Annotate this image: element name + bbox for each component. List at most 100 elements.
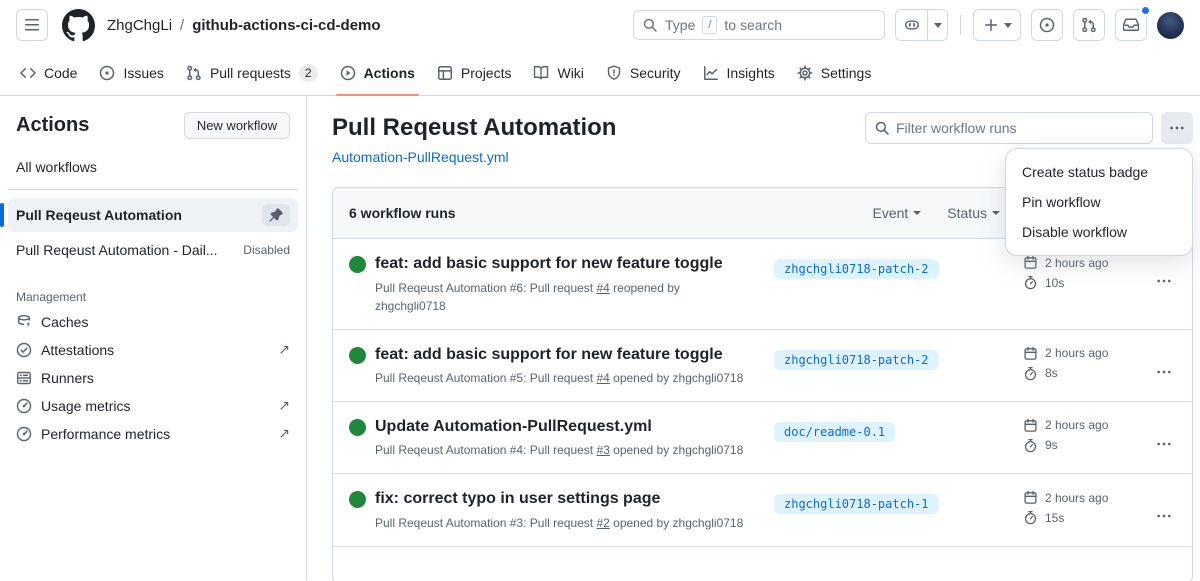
workflow-options-button[interactable] (1161, 112, 1193, 144)
copilot-icon (904, 17, 920, 33)
new-workflow-button[interactable]: New workflow (184, 112, 290, 139)
cache-icon (16, 314, 32, 330)
run-title[interactable]: feat: add basic support for new feature … (375, 344, 723, 366)
run-options-button[interactable] (1152, 504, 1176, 528)
sidebar-workflow-pull-request-automation[interactable]: Pull Reqeust Automation (8, 198, 298, 232)
pr-number-link[interactable]: #4 (596, 371, 609, 385)
external-link-arrow: ↗ (278, 398, 290, 414)
github-mark-icon (62, 9, 95, 42)
pull-requests-button[interactable] (1073, 9, 1105, 41)
tab-wiki[interactable]: Wiki (525, 50, 591, 95)
code-icon (20, 65, 36, 81)
sidebar-item-performance-metrics[interactable]: Performance metrics ↗ (8, 420, 298, 448)
run-time: 2 hours ago (1045, 491, 1108, 505)
chevron-down-icon (1004, 23, 1012, 28)
github-logo[interactable] (62, 9, 95, 42)
hamburger-button[interactable] (16, 9, 48, 41)
run-description: Pull Reqeust Automation #5: Pull request… (375, 369, 765, 387)
sidebar-item-attestations[interactable]: Attestations ↗ (8, 336, 298, 364)
event-filter-button[interactable]: Event (872, 205, 921, 221)
stopwatch-icon (1023, 366, 1038, 381)
plus-icon (983, 17, 999, 33)
run-desc-text: opened by zhgchgli0718 (610, 443, 743, 457)
breadcrumb: ZhgChgLi / github-actions-ci-cd-demo (107, 17, 381, 34)
run-options-button[interactable] (1152, 269, 1176, 293)
status-filter-button[interactable]: Status (947, 205, 1000, 221)
workflow-file-link[interactable]: Automation-PullRequest.yml (332, 149, 509, 165)
issue-opened-icon (1039, 17, 1055, 33)
tab-issues[interactable]: Issues (91, 50, 171, 95)
breadcrumb-owner[interactable]: ZhgChgLi (107, 17, 172, 34)
breadcrumb-separator: / (180, 17, 184, 34)
run-time: 2 hours ago (1045, 256, 1108, 270)
filter-workflow-runs-input[interactable] (896, 120, 1144, 136)
inbox-icon (1123, 17, 1139, 33)
filter-label: Event (872, 205, 908, 221)
pin-workflow-button[interactable] (262, 204, 290, 226)
run-description: Pull Reqeust Automation #4: Pull request… (375, 441, 765, 459)
branch-badge[interactable]: zhgchgli0718-patch-1 (774, 494, 939, 514)
sidebar-item-label: Runners (41, 370, 94, 386)
breadcrumb-repo[interactable]: github-actions-ci-cd-demo (192, 17, 380, 34)
branch-badge[interactable]: doc/readme-0.1 (774, 422, 895, 442)
shield-icon (606, 65, 622, 81)
search-icon (874, 120, 890, 136)
play-icon (340, 65, 356, 81)
meter-icon (16, 426, 32, 442)
external-link-arrow: ↗ (278, 342, 290, 358)
tab-label: Pull requests (210, 65, 291, 81)
create-new-button[interactable] (973, 9, 1021, 41)
menu-item-create-status-badge[interactable]: Create status badge (1006, 157, 1192, 187)
sidebar-item-all-workflows[interactable]: All workflows (8, 153, 298, 181)
kebab-icon (1156, 508, 1172, 524)
sidebar-item-label: Caches (41, 314, 88, 330)
branch-badge[interactable]: zhgchgli0718-patch-2 (774, 259, 939, 279)
run-duration: 10s (1045, 276, 1064, 290)
issues-button[interactable] (1031, 9, 1063, 41)
sidebar-item-usage-metrics[interactable]: Usage metrics ↗ (8, 392, 298, 420)
sidebar-title: Actions (16, 114, 89, 137)
run-options-button[interactable] (1152, 432, 1176, 456)
tab-label: Settings (821, 65, 872, 81)
tab-settings[interactable]: Settings (789, 50, 880, 95)
check-circle-success-icon (349, 347, 366, 364)
tab-insights[interactable]: Insights (695, 50, 783, 95)
gear-icon (797, 65, 813, 81)
tab-code[interactable]: Code (12, 50, 85, 95)
avatar[interactable] (1157, 12, 1184, 39)
run-title[interactable]: Update Automation-PullRequest.yml (375, 416, 652, 438)
github-actions-page: ZhgChgLi / github-actions-ci-cd-demo Typ… (0, 0, 1200, 581)
tab-pull-requests[interactable]: Pull requests 2 (178, 50, 326, 95)
menu-item-pin-workflow[interactable]: Pin workflow (1006, 187, 1192, 217)
tab-security[interactable]: Security (598, 50, 689, 95)
pr-number-link[interactable]: #2 (596, 516, 609, 530)
run-title[interactable]: fix: correct typo in user settings page (375, 488, 660, 510)
external-link-arrow: ↗ (278, 426, 290, 442)
filter-workflow-runs-box (865, 112, 1153, 144)
copilot-button[interactable] (896, 10, 927, 40)
chevron-down-icon (992, 211, 1000, 215)
workflow-run-row (333, 546, 1192, 581)
copilot-menu-caret[interactable] (927, 10, 947, 40)
global-search-input[interactable]: Type / to search (633, 10, 885, 40)
calendar-icon (1023, 255, 1038, 270)
run-time: 2 hours ago (1045, 418, 1108, 432)
tab-projects[interactable]: Projects (429, 50, 520, 95)
branch-badge[interactable]: zhgchgli0718-patch-2 (774, 350, 939, 370)
sidebar-item-caches[interactable]: Caches (8, 308, 298, 336)
sidebar-item-runners[interactable]: Runners (8, 364, 298, 392)
sidebar-workflow-pull-request-automation-daily[interactable]: Pull Reqeust Automation - Dail... Disabl… (8, 236, 298, 264)
menu-item-disable-workflow[interactable]: Disable workflow (1006, 217, 1192, 247)
pr-number-link[interactable]: #4 (596, 281, 609, 295)
run-options-button[interactable] (1152, 360, 1176, 384)
tab-label: Code (44, 65, 77, 81)
run-description: Pull Reqeust Automation #6: Pull request… (375, 279, 765, 315)
pr-number-link[interactable]: #3 (596, 443, 609, 457)
tab-actions[interactable]: Actions (332, 50, 423, 95)
stopwatch-icon (1023, 510, 1038, 525)
run-desc-text: Pull Reqeust Automation #4: Pull request (375, 443, 596, 457)
run-title[interactable]: feat: add basic support for new feature … (375, 253, 723, 275)
run-duration: 8s (1045, 366, 1058, 380)
stopwatch-icon (1023, 275, 1038, 290)
page-title: Pull Reqeust Automation (332, 112, 616, 143)
